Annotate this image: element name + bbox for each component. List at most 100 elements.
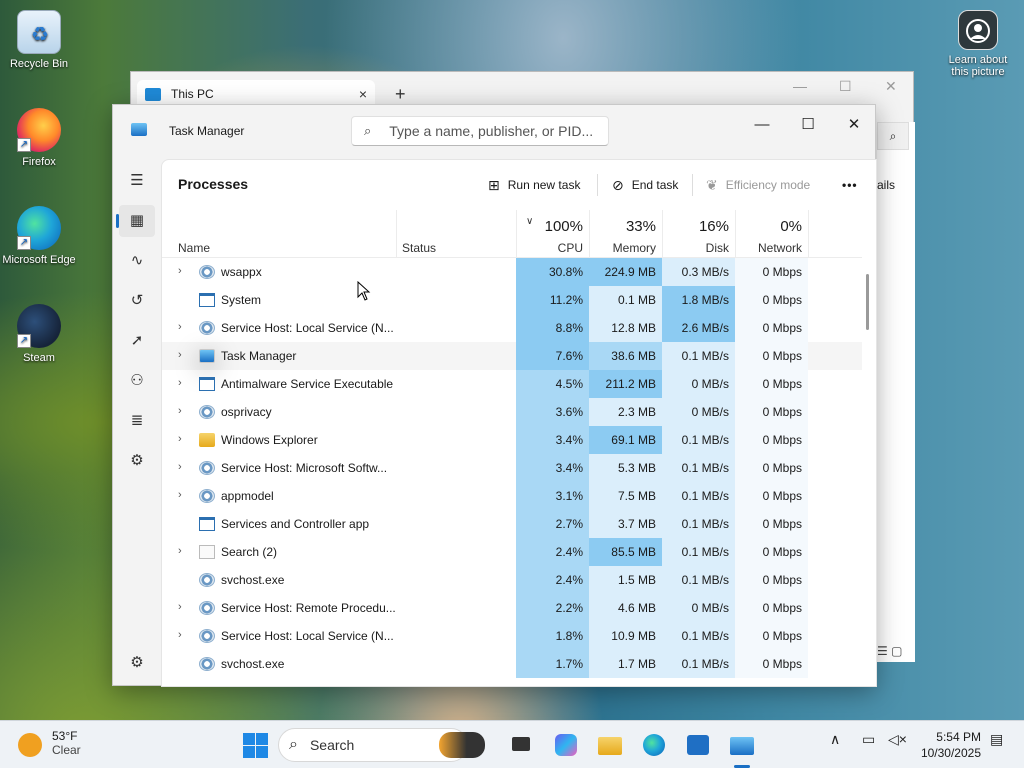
task-view-icon[interactable] [508,731,536,759]
search-input[interactable]: ⌕ Type a name, publisher, or PID... [351,116,609,146]
process-gear-icon [199,265,215,279]
startup-apps-nav-icon[interactable]: ➚ [119,325,155,357]
mouse-cursor-icon [357,281,371,301]
desktop-icon-recycle-bin[interactable]: ♻ Recycle Bin [1,10,77,70]
process-name: Antimalware Service Executable [221,377,394,391]
new-tab-button[interactable]: + [395,84,406,105]
desktop-icon-steam[interactable]: ↗ Steam [1,304,77,364]
desktop-icon-edge[interactable]: ↗ Microsoft Edge [1,206,77,266]
network-icon[interactable]: ▭ [862,731,875,748]
run-task-icon: ⊞ [488,176,500,193]
disk-cell: 0.1 MB/s [662,426,735,454]
users-nav-icon[interactable]: ⚇ [119,365,155,397]
more-options-button[interactable]: ••• [842,174,858,196]
column-header-status[interactable]: Status [402,241,436,255]
network-cell: 0 Mbps [735,482,808,510]
show-hidden-icons-chevron-icon[interactable]: ∧ [830,731,840,748]
task-manager-taskbar-icon[interactable] [728,731,756,759]
scrollbar-thumb[interactable] [866,274,869,330]
edge-taskbar-icon[interactable] [640,731,668,759]
learn-about-label: Learn about this picture [948,54,1008,78]
column-divider[interactable] [396,210,397,258]
expand-chevron-icon[interactable]: › [178,461,182,473]
hamburger-menu-icon[interactable]: ☰ [119,165,155,197]
taskbar: 53°F Clear ⌕ Search ∧ ▭ ◁× 5:54 PM 10/30… [0,720,1024,768]
explorer-view-toggle-icon[interactable]: ☰ ▢ [877,644,902,658]
explorer-search-icon[interactable]: ⌕ [877,122,909,150]
copilot-icon[interactable] [552,731,580,759]
expand-chevron-icon[interactable]: › [178,377,182,389]
table-row[interactable]: svchost.exe 1.7% 1.7 MB 0.1 MB/s 0 Mbps [162,650,862,678]
memory-cell: 211.2 MB [589,370,662,398]
explorer-minimize-button[interactable]: — [793,78,807,94]
close-button[interactable]: ✕ [831,111,877,139]
settings-icon[interactable]: ⚙ [119,647,155,679]
desktop-icon-firefox[interactable]: ↗ Firefox [1,108,77,168]
services-nav-icon[interactable]: ⚙ [119,445,155,477]
table-row[interactable]: › appmodel 3.1% 7.5 MB 0.1 MB/s 0 Mbps [162,482,862,510]
weather-temperature: 53°F [52,729,78,743]
memory-cell: 4.6 MB [589,594,662,622]
table-row[interactable]: › wsappx 30.8% 224.9 MB 0.3 MB/s 0 Mbps [162,258,862,286]
taskbar-search-box[interactable]: ⌕ Search [278,728,485,762]
expand-chevron-icon[interactable]: › [178,629,182,641]
efficiency-mode-button[interactable]: ❦ Efficiency mode [706,174,810,196]
table-row[interactable]: › Service Host: Microsoft Softw... 3.4% 5.3… [162,454,862,482]
explorer-close-button[interactable]: ✕ [885,78,897,95]
table-row[interactable]: › Search (2) 2.4% 85.5 MB 0.1 MB/s 0 Mbps [162,538,862,566]
toolbar-divider [597,174,598,196]
performance-nav-icon[interactable]: ∿ [119,245,155,277]
column-header-memory[interactable]: 33% Memory [589,210,662,258]
processes-nav-icon[interactable]: ▦ [116,205,155,237]
vertical-scrollbar[interactable] [866,230,870,670]
store-taskbar-icon[interactable] [684,731,712,759]
column-header-name[interactable]: Name [178,241,210,255]
expand-chevron-icon[interactable]: › [178,405,182,417]
memory-cell: 224.9 MB [589,258,662,286]
column-header-network[interactable]: 0% Network [735,210,808,258]
weather-widget[interactable]: 53°F Clear [18,729,81,757]
expand-chevron-icon[interactable]: › [178,321,182,333]
volume-muted-icon[interactable]: ◁× [888,731,907,748]
run-new-task-button[interactable]: ⊞ Run new task [488,174,580,196]
file-explorer-taskbar-icon[interactable] [596,731,624,759]
details-nav-icon[interactable]: ≣ [119,405,155,437]
table-row[interactable]: › Antimalware Service Executable 4.5% 211.2… [162,370,862,398]
table-row[interactable]: › Service Host: Local Service (N... 1.8% 10… [162,622,862,650]
memory-cell: 3.7 MB [589,510,662,538]
memory-cell: 7.5 MB [589,482,662,510]
table-row[interactable]: › Service Host: Local Service (N... 8.8% 12… [162,314,862,342]
table-row[interactable]: › Windows Explorer 3.4% 69.1 MB 0.1 MB/s 0 Mb… [162,426,862,454]
expand-chevron-icon[interactable]: › [178,265,182,277]
expand-chevron-icon[interactable]: › [178,489,182,501]
expand-chevron-icon[interactable]: › [178,601,182,613]
notifications-icon[interactable]: ▤ [990,731,1003,748]
column-header-cpu[interactable]: 100% CPU [516,210,589,258]
table-row[interactable]: svchost.exe 2.4% 1.5 MB 0.1 MB/s 0 Mbps [162,566,862,594]
table-row[interactable]: › osprivacy 3.6% 2.3 MB 0 MB/s 0 Mbps [162,398,862,426]
maximize-button[interactable]: ☐ [785,111,831,139]
column-divider[interactable] [808,210,809,258]
tab-close-icon[interactable]: × [359,86,367,102]
column-header-disk[interactable]: 16% Disk [662,210,735,258]
explorer-details-label[interactable]: ails [877,178,895,192]
expand-chevron-icon[interactable]: › [178,433,182,445]
app-history-nav-icon[interactable]: ↺ [119,285,155,317]
process-name: Services and Controller app [221,517,370,531]
end-task-button[interactable]: ⊘ End task [612,174,678,196]
learn-about-picture[interactable]: Learn about this picture [940,10,1016,78]
explorer-maximize-button[interactable]: ☐ [839,78,852,95]
table-row[interactable]: Services and Controller app 2.7% 3.7 MB 0.1… [162,510,862,538]
start-button[interactable] [241,731,269,759]
table-row[interactable]: › Task Manager 7.6% 38.6 MB 0.1 MB/s 0 Mbps [162,342,862,370]
minimize-button[interactable]: — [739,111,785,139]
table-row[interactable]: › Service Host: Remote Procedu... 2.2% 4.6 … [162,594,862,622]
table-row[interactable]: System 11.2% 0.1 MB 1.8 MB/s 0 Mbps [162,286,862,314]
expand-chevron-icon[interactable]: › [178,349,182,361]
expand-chevron-icon[interactable]: › [178,545,182,557]
system-clock[interactable]: 5:54 PM 10/30/2025 [917,729,981,761]
disk-cell: 0.1 MB/s [662,482,735,510]
title-bar[interactable]: Task Manager ⌕ Type a name, publisher, o… [113,105,875,155]
efficiency-mode-label: Efficiency mode [725,178,811,192]
memory-cell: 85.5 MB [589,538,662,566]
